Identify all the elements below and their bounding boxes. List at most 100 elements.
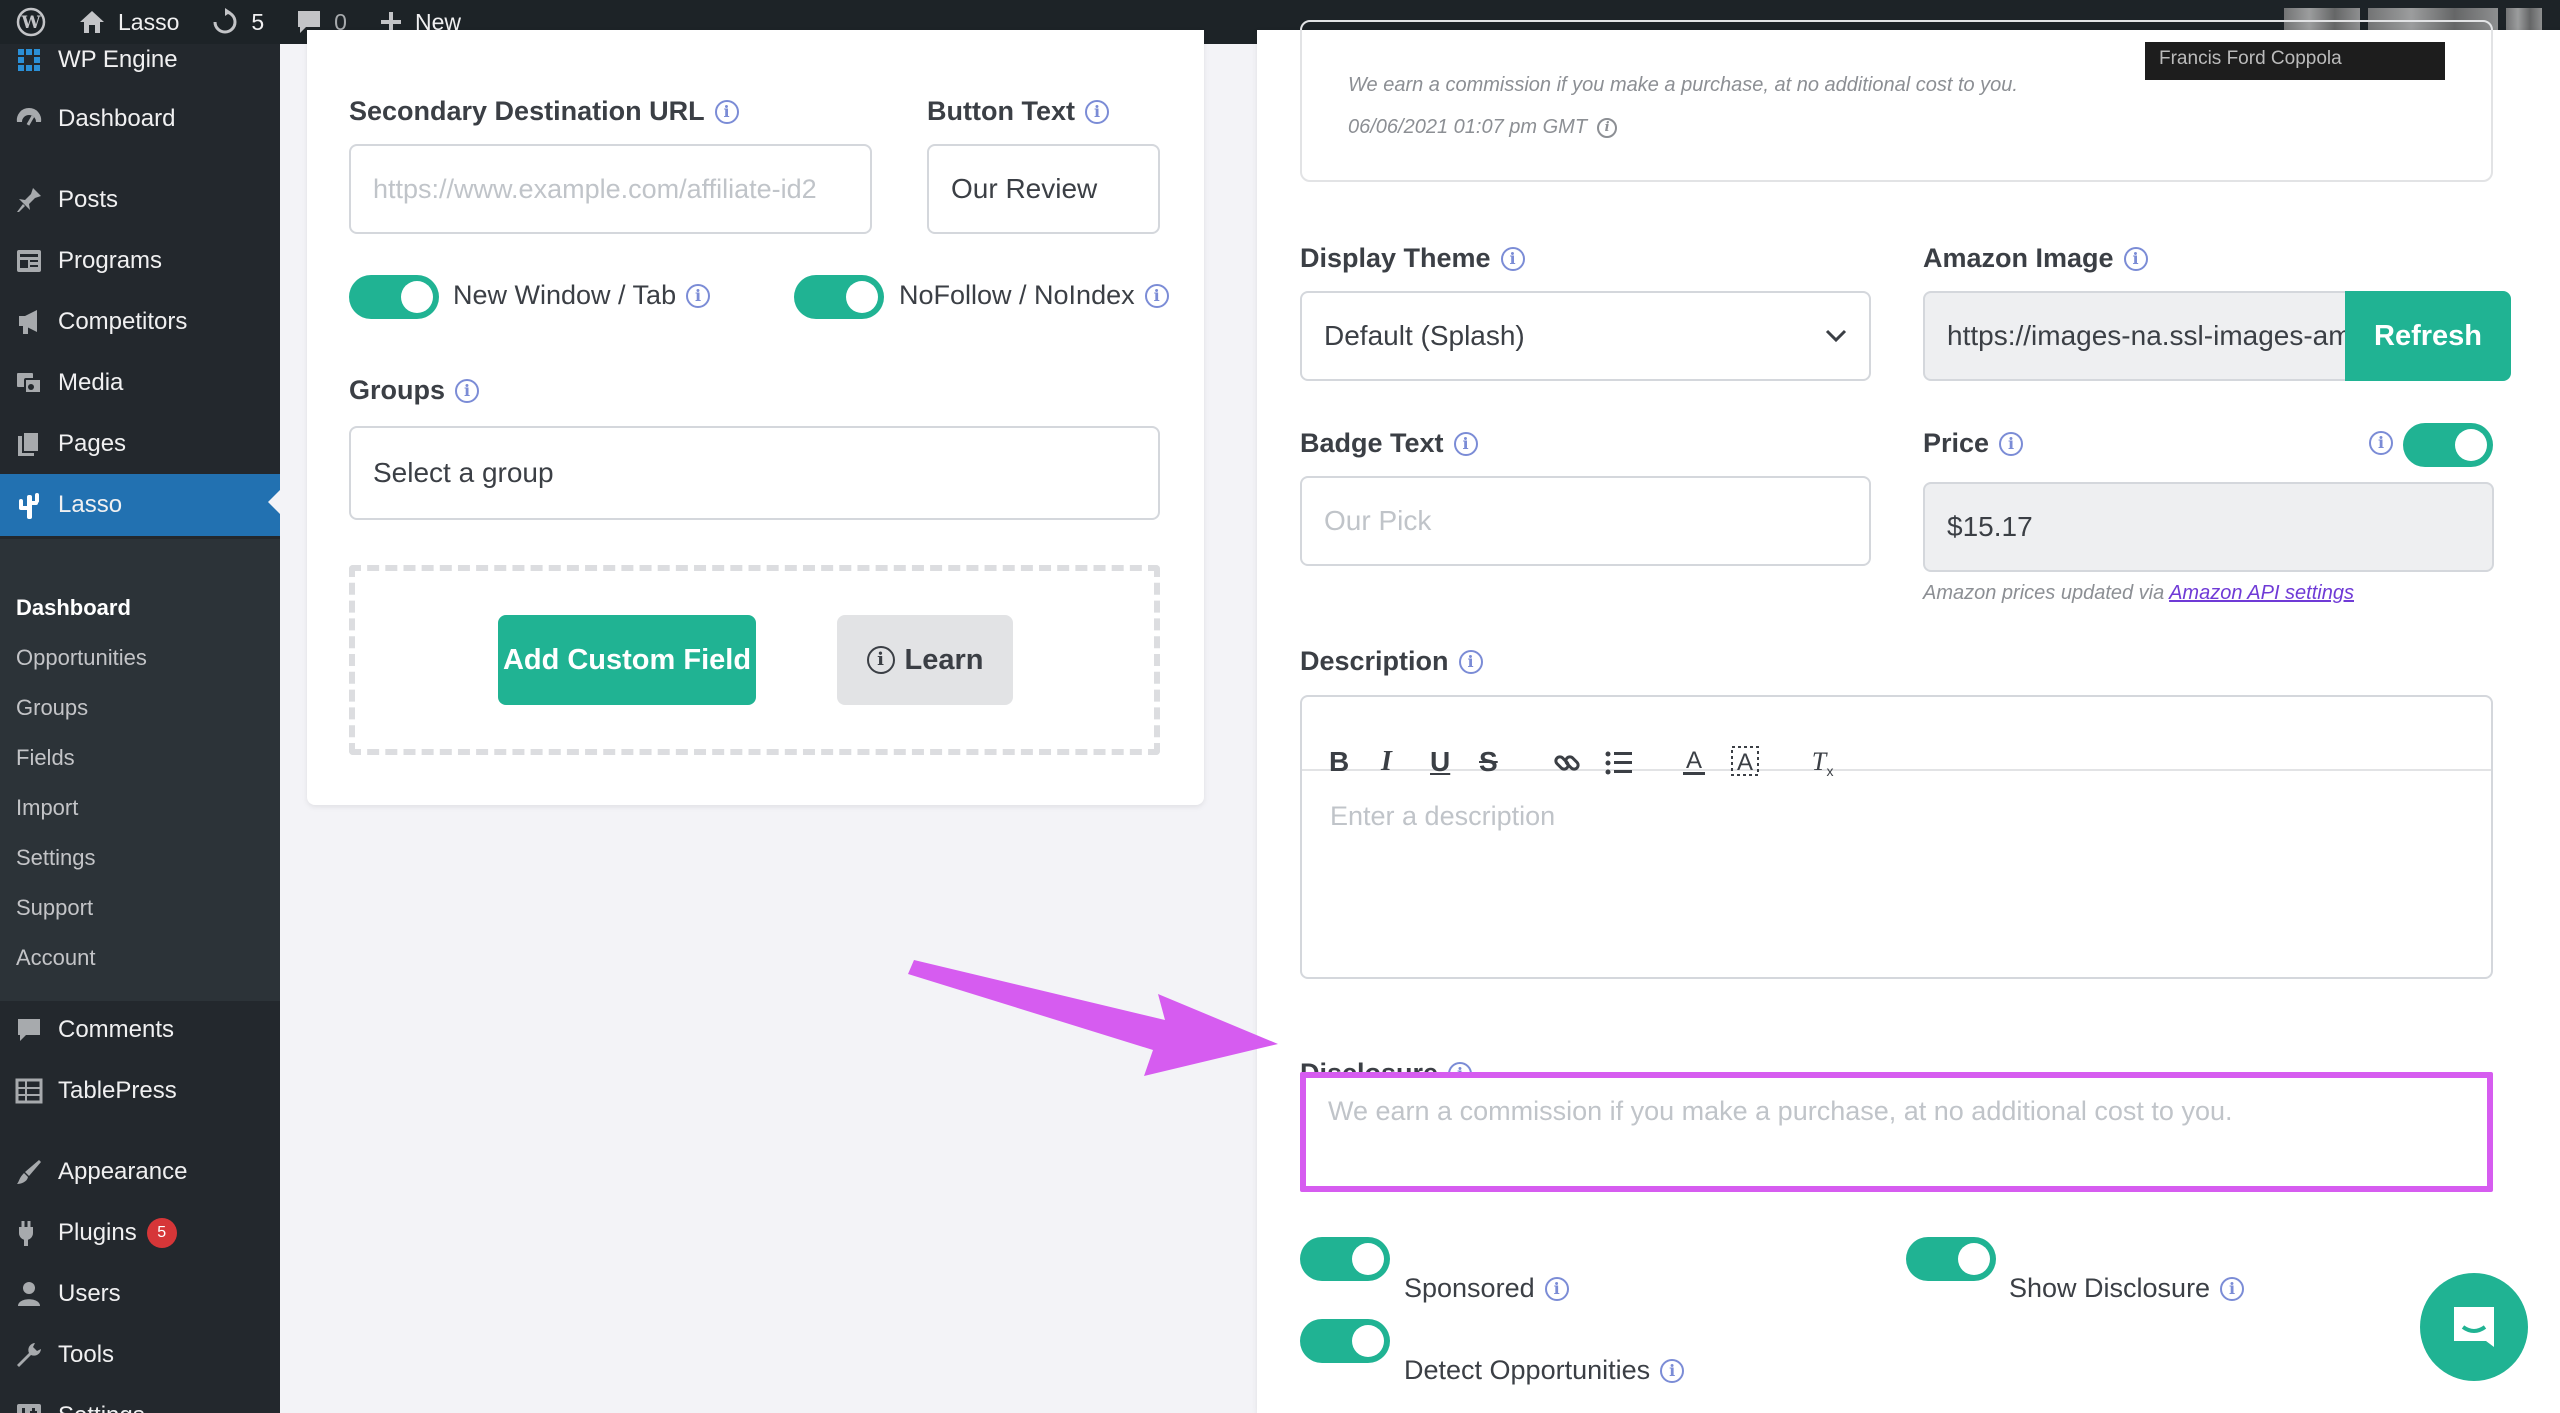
chevron-down-icon	[1825, 329, 1847, 343]
bold-icon[interactable]: B	[1329, 746, 1349, 778]
sidebar-item-label: Posts	[58, 186, 119, 213]
strikethrough-icon[interactable]: S	[1479, 746, 1498, 778]
learn-button[interactable]: i Learn	[837, 615, 1013, 705]
info-icon[interactable]: i	[1500, 246, 1525, 271]
add-custom-field-button[interactable]: Add Custom Field	[498, 615, 756, 705]
show-disclosure-label: Show Disclosure	[2009, 1273, 2211, 1303]
brush-icon	[17, 1160, 41, 1184]
info-icon[interactable]: i	[1453, 431, 1478, 456]
amazon-image-input[interactable]: https://images-na.ssl-images-amazon.com	[1923, 291, 2353, 381]
chat-icon	[2454, 1307, 2494, 1347]
info-icon[interactable]: i	[1999, 431, 2024, 456]
groups-select[interactable]: Select a group	[349, 426, 1160, 520]
svg-text:W: W	[20, 13, 41, 33]
text-color-icon[interactable]: A	[1681, 746, 1707, 778]
info-icon[interactable]: i	[455, 378, 480, 403]
price-input[interactable]: $15.17	[1923, 482, 2494, 572]
sidebar-item-label: Appearance	[58, 1158, 188, 1185]
submenu-item-fields[interactable]: Fields	[16, 745, 75, 771]
secondary-url-label: Secondary Destination URL	[349, 96, 705, 126]
link-icon[interactable]	[1552, 748, 1582, 778]
info-icon[interactable]: i	[2123, 246, 2148, 271]
info-icon[interactable]: i	[714, 99, 739, 124]
sidebar-item-label: Tools	[58, 1341, 115, 1368]
sidebar-item-tools[interactable]: Tools	[0, 1327, 280, 1383]
sponsored-toggle[interactable]	[1300, 1237, 1390, 1281]
sidebar-item-wp-engine[interactable]: WP Engine	[0, 38, 280, 82]
nofollow-label-row: NoFollow / NoIndex i	[899, 280, 1169, 311]
button-text-input[interactable]: Our Review	[927, 144, 1160, 234]
admin-sidebar: WP Engine Dashboard Posts Programs Compe…	[0, 44, 280, 1413]
submenu-item-groups[interactable]: Groups	[16, 695, 88, 721]
amazon-api-settings-link[interactable]: Amazon API settings	[2169, 582, 2354, 604]
programs-icon	[17, 250, 41, 272]
chat-launcher-button[interactable]	[2420, 1273, 2528, 1381]
svg-text:A: A	[1737, 749, 1753, 776]
submenu-item-settings[interactable]: Settings	[16, 845, 96, 871]
price-label: Price	[1923, 428, 1990, 458]
sidebar-item-users[interactable]: Users	[0, 1266, 280, 1322]
sidebar-item-pages[interactable]: Pages	[0, 416, 280, 472]
new-window-toggle[interactable]	[349, 275, 439, 319]
info-icon[interactable]: i	[2220, 1276, 2245, 1301]
info-icon[interactable]: i	[1660, 1358, 1685, 1383]
show-disclosure-toggle[interactable]	[1906, 1237, 1996, 1281]
sidebar-item-settings[interactable]: Settings	[0, 1388, 280, 1413]
preview-disclosure: We earn a commission if you make a purch…	[1348, 74, 2018, 96]
sidebar-item-plugins[interactable]: Plugins 5	[0, 1205, 280, 1261]
submenu-item-support[interactable]: Support	[16, 895, 93, 921]
annotation-arrow-icon	[908, 960, 1278, 1076]
underline-icon[interactable]: U	[1430, 746, 1450, 778]
italic-icon[interactable]: I	[1381, 746, 1392, 778]
description-input[interactable]: Enter a description	[1330, 801, 1555, 832]
price-note-text: Amazon prices updated via	[1923, 582, 2165, 604]
submenu-item-account[interactable]: Account	[16, 945, 96, 971]
sidebar-item-appearance[interactable]: Appearance	[0, 1144, 280, 1200]
plugins-update-badge: 5	[146, 1218, 177, 1248]
background-color-icon[interactable]: A	[1731, 746, 1759, 778]
submenu-item-import[interactable]: Import	[16, 795, 78, 821]
user-icon	[18, 1282, 40, 1306]
show-disclosure-label-row: Show Disclosure i	[2009, 1273, 2245, 1304]
amazon-image-label-row: Amazon Image i	[1923, 243, 2148, 274]
refresh-button[interactable]: Refresh	[2345, 291, 2511, 381]
secondary-url-input[interactable]: https://www.example.com/affiliate-id2	[349, 144, 872, 234]
sidebar-item-dashboard[interactable]: Dashboard	[0, 91, 280, 147]
detect-opportunities-toggle[interactable]	[1300, 1319, 1390, 1363]
info-icon[interactable]: i	[686, 283, 711, 308]
price-toggle[interactable]	[2403, 423, 2493, 467]
disclosure-input[interactable]: We earn a commission if you make a purch…	[1300, 1072, 2493, 1192]
info-icon[interactable]: i	[1458, 649, 1483, 674]
sidebar-item-lasso[interactable]: Lasso	[0, 474, 280, 536]
sidebar-item-media[interactable]: Media	[0, 355, 280, 411]
comment-icon	[18, 1019, 40, 1041]
info-icon[interactable]: i	[2369, 431, 2393, 455]
sidebar-item-programs[interactable]: Programs	[0, 233, 280, 289]
submenu-item-dashboard[interactable]: Dashboard	[16, 595, 131, 621]
settings-icon	[17, 1404, 41, 1413]
sidebar-item-tablepress[interactable]: TablePress	[0, 1063, 280, 1119]
updates-count: 5	[251, 8, 265, 35]
info-icon[interactable]: i	[1544, 1276, 1569, 1301]
detect-opportunities-label: Detect Opportunities	[1404, 1355, 1651, 1385]
info-icon[interactable]: i	[1597, 117, 1618, 138]
clear-format-icon[interactable]: Tx	[1807, 746, 1837, 778]
sidebar-item-comments[interactable]: Comments	[0, 1002, 280, 1058]
submenu-item-opportunities[interactable]: Opportunities	[16, 645, 147, 671]
sidebar-item-label: Pages	[58, 430, 127, 457]
sidebar-item-competitors[interactable]: Competitors	[0, 294, 280, 350]
display-theme-select[interactable]: Default (Splash)	[1300, 291, 1871, 381]
list-icon[interactable]	[1605, 750, 1633, 776]
svg-text:T: T	[1812, 747, 1828, 776]
price-label-row: Price i	[1923, 428, 2024, 459]
info-icon[interactable]: i	[1144, 283, 1169, 308]
media-icon	[17, 373, 42, 394]
info-icon[interactable]: i	[1084, 99, 1109, 124]
nofollow-toggle[interactable]	[794, 275, 884, 319]
badge-text-input[interactable]: Our Pick	[1300, 476, 1871, 566]
display-theme-label: Display Theme	[1300, 243, 1491, 273]
sidebar-item-label: Plugins	[58, 1219, 137, 1246]
sidebar-item-posts[interactable]: Posts	[0, 172, 280, 228]
button-text-label-row: Button Text i	[927, 96, 1109, 127]
table-icon	[15, 1078, 43, 1104]
